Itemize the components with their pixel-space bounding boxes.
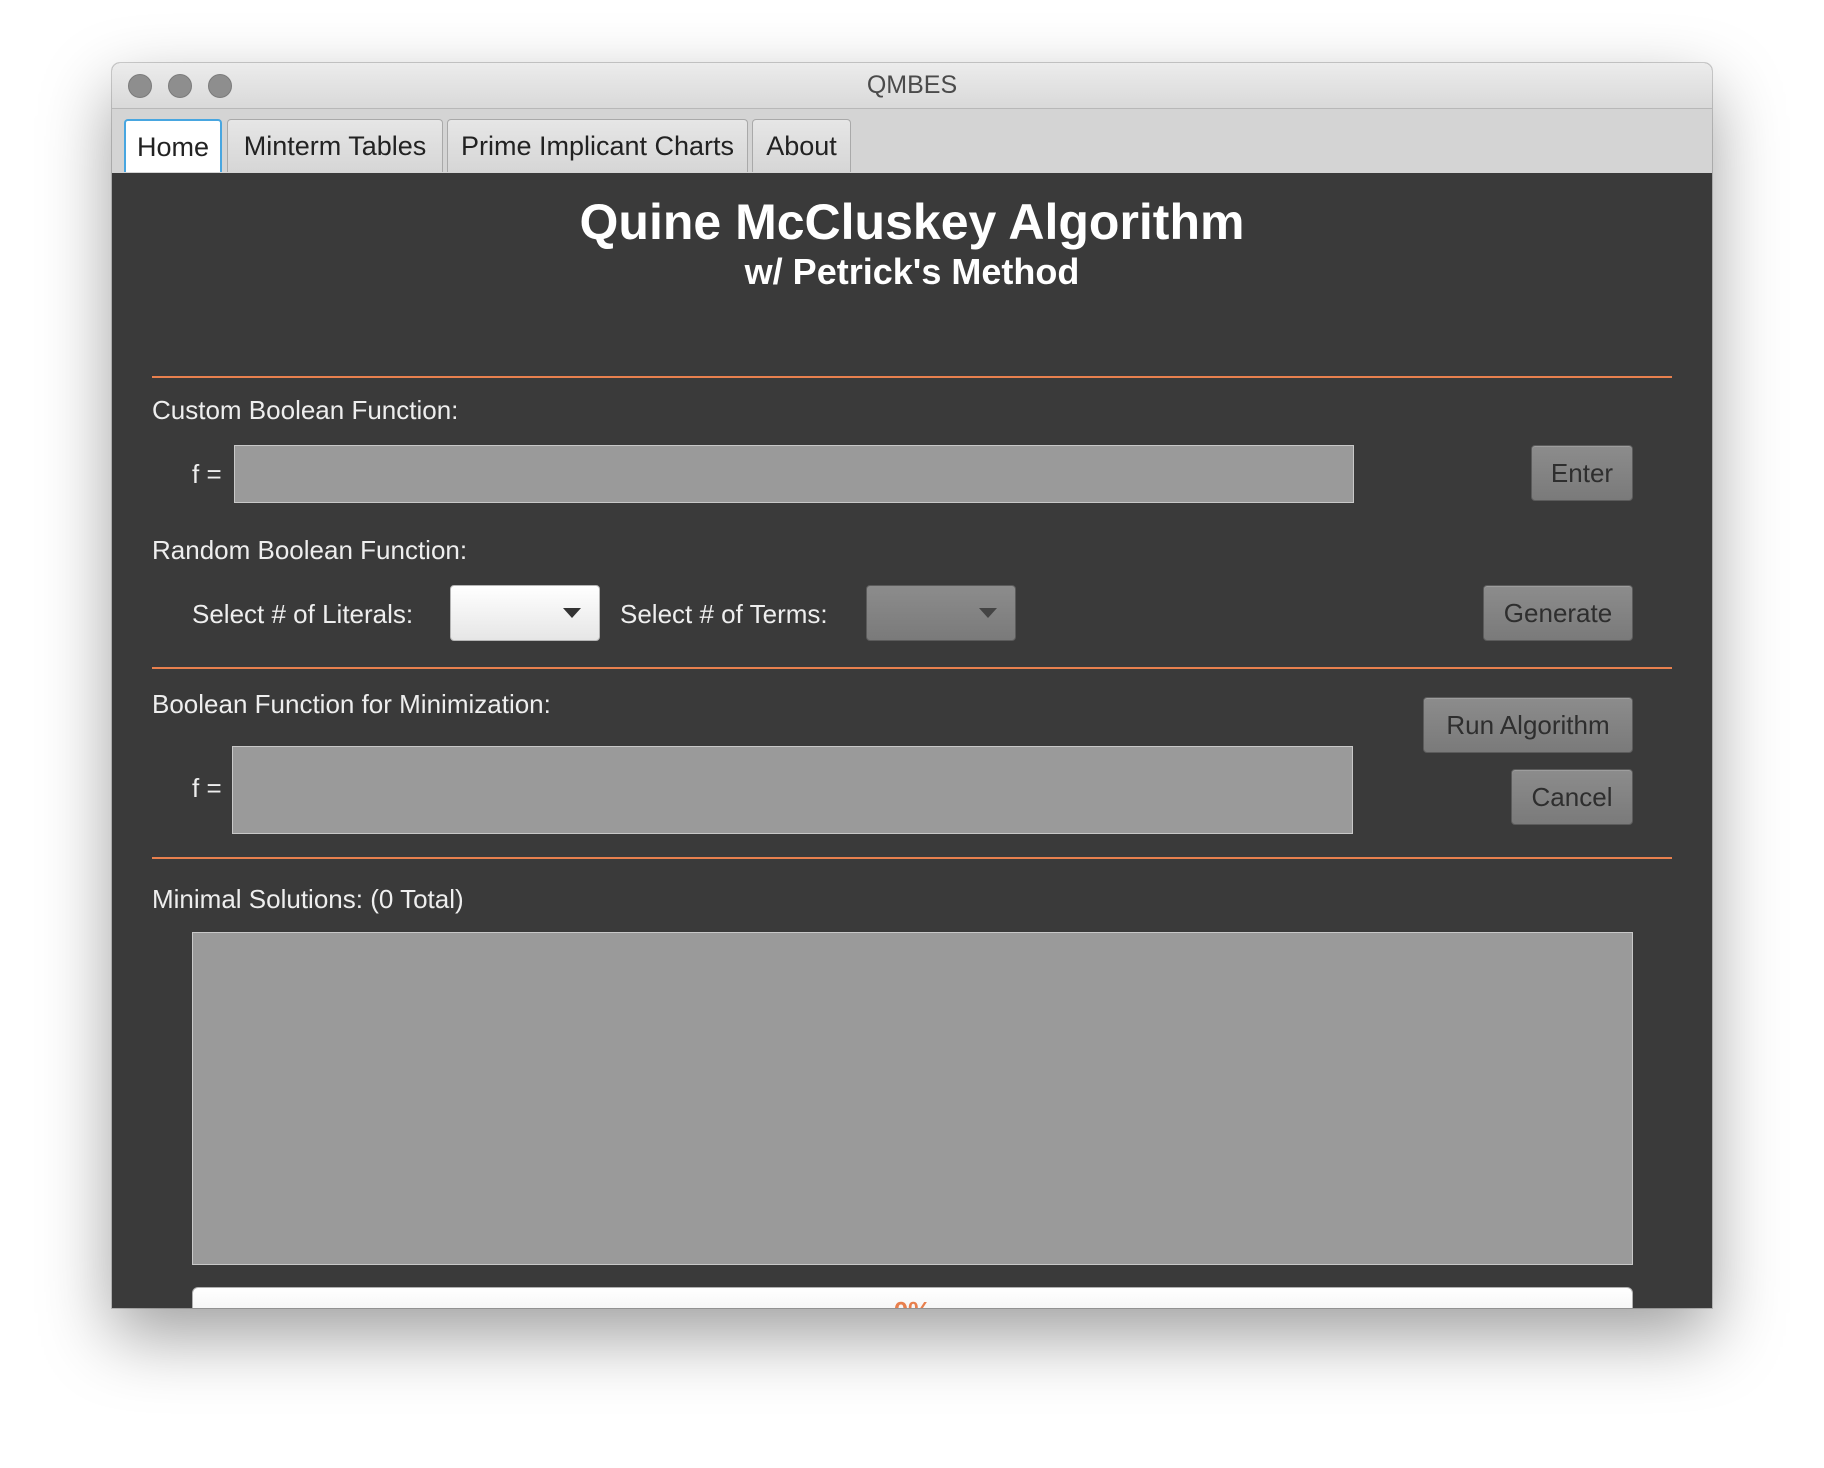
generate-button[interactable]: Generate <box>1483 585 1633 641</box>
tab-home[interactable]: Home <box>124 119 222 172</box>
home-panel: Quine McCluskey Algorithm w/ Petrick's M… <box>112 173 1712 1308</box>
tab-about[interactable]: About <box>752 119 851 172</box>
terms-select[interactable] <box>866 585 1016 641</box>
literals-select[interactable] <box>450 585 600 641</box>
chevron-down-icon <box>979 608 997 618</box>
minimization-f-label: f = <box>192 773 222 803</box>
app-window: QMBES Home Minterm Tables Prime Implican… <box>112 63 1712 1308</box>
custom-function-label: Custom Boolean Function: <box>152 395 459 425</box>
run-algorithm-button[interactable]: Run Algorithm <box>1423 697 1633 753</box>
tab-prime-implicant-charts[interactable]: Prime Implicant Charts <box>447 119 748 172</box>
progress-text: 0% <box>193 1288 1632 1308</box>
custom-function-input[interactable] <box>234 445 1354 503</box>
page-title: Quine McCluskey Algorithm <box>579 194 1245 250</box>
terms-label: Select # of Terms: <box>620 599 828 629</box>
chevron-down-icon <box>563 608 581 618</box>
literals-label: Select # of Literals: <box>192 599 414 629</box>
progress-bar: 0% <box>192 1287 1633 1308</box>
solutions-output-area[interactable] <box>192 932 1633 1265</box>
page-subtitle: w/ Petrick's Method <box>744 251 1080 292</box>
section-divider <box>152 667 1672 669</box>
tab-minterm-tables[interactable]: Minterm Tables <box>227 119 443 172</box>
window-title: QMBES <box>866 71 958 99</box>
section-divider <box>152 857 1672 859</box>
enter-button[interactable]: Enter <box>1531 445 1633 501</box>
solutions-label: Minimal Solutions: (0 Total) <box>152 884 464 914</box>
cancel-button[interactable]: Cancel <box>1511 769 1633 825</box>
title-bar[interactable]: QMBES <box>112 63 1712 109</box>
minimization-label: Boolean Function for Minimization: <box>152 689 551 719</box>
custom-f-label: f = <box>192 459 222 489</box>
section-divider <box>152 376 1672 378</box>
minimization-function-input[interactable] <box>232 746 1353 834</box>
random-function-label: Random Boolean Function: <box>152 535 468 565</box>
